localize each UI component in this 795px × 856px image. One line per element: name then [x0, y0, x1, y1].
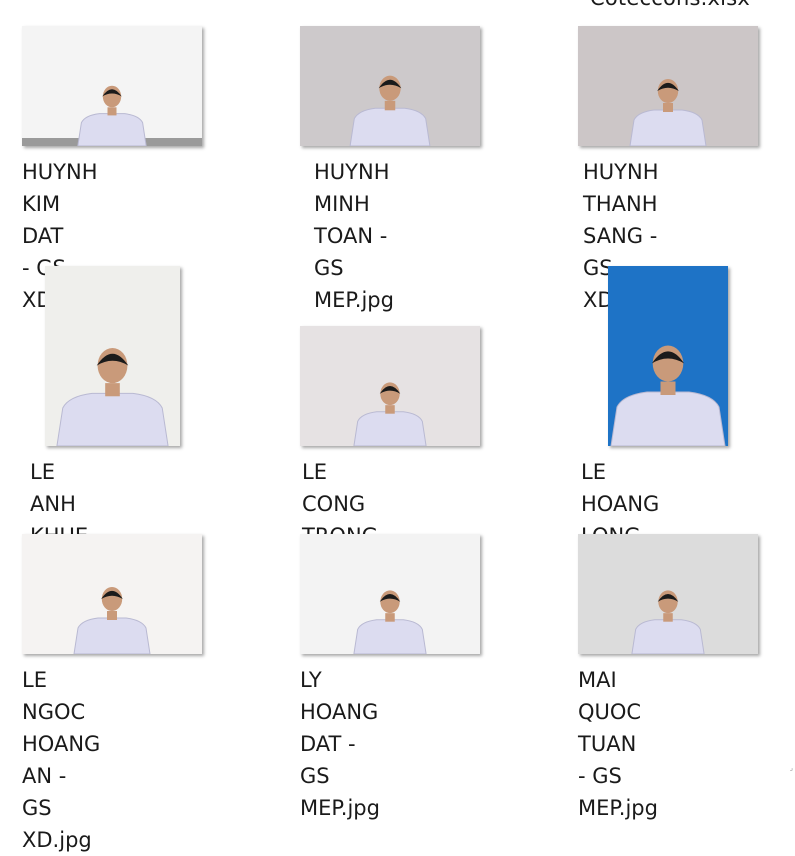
file-name-label[interactable]: HUYNH MINH TOAN - GS MEP.jpg [314, 156, 394, 316]
neck-shape [384, 100, 396, 111]
photo-thumbnail[interactable] [300, 26, 480, 146]
photo-thumbnail[interactable] [22, 26, 202, 146]
photo-thumbnail[interactable] [578, 534, 758, 654]
file-name-label[interactable]: MAI QUOC TUAN - GS MEP.jpg [578, 664, 658, 824]
neck-shape [105, 383, 120, 397]
shirt-shape [353, 411, 427, 446]
face-shape [379, 75, 401, 101]
photo-thumbnail[interactable] [578, 26, 758, 146]
face-shape [102, 85, 122, 108]
file-name-label[interactable]: LY HOANG DAT - GS MEP.jpg [300, 664, 380, 824]
photo-thumbnail[interactable] [608, 266, 728, 446]
neck-shape [385, 405, 395, 414]
neck-shape [663, 613, 673, 622]
file-name-label[interactable]: LE NGOC HOANG AN - GS XD.jpg [22, 664, 100, 856]
shirt-shape [349, 107, 431, 146]
neck-shape [660, 381, 676, 395]
photo-thumbnail[interactable] [300, 534, 480, 654]
face-shape [652, 345, 684, 382]
face-shape [380, 382, 400, 406]
neck-shape [663, 103, 673, 112]
shirt-shape [610, 391, 726, 446]
face-shape [380, 590, 400, 614]
shirt-shape [629, 109, 707, 146]
face-shape [97, 348, 128, 384]
neck-shape [107, 611, 117, 620]
photo-thumbnail[interactable] [22, 534, 202, 654]
photo-thumbnail[interactable] [45, 266, 180, 446]
face-shape [658, 590, 678, 614]
partial-file-label[interactable]: Coteccons.xlsx [590, 0, 750, 10]
neck-shape [385, 613, 395, 622]
shirt-shape [353, 619, 427, 654]
face-shape [657, 79, 679, 103]
neck-shape [107, 107, 117, 116]
shirt-shape [77, 113, 147, 146]
shirt-shape [631, 619, 705, 654]
resize-grip-icon: ⌟ [789, 764, 793, 772]
face-shape [101, 587, 123, 611]
photo-thumbnail[interactable] [300, 326, 480, 446]
shirt-shape [73, 617, 151, 654]
shirt-shape [56, 392, 169, 446]
